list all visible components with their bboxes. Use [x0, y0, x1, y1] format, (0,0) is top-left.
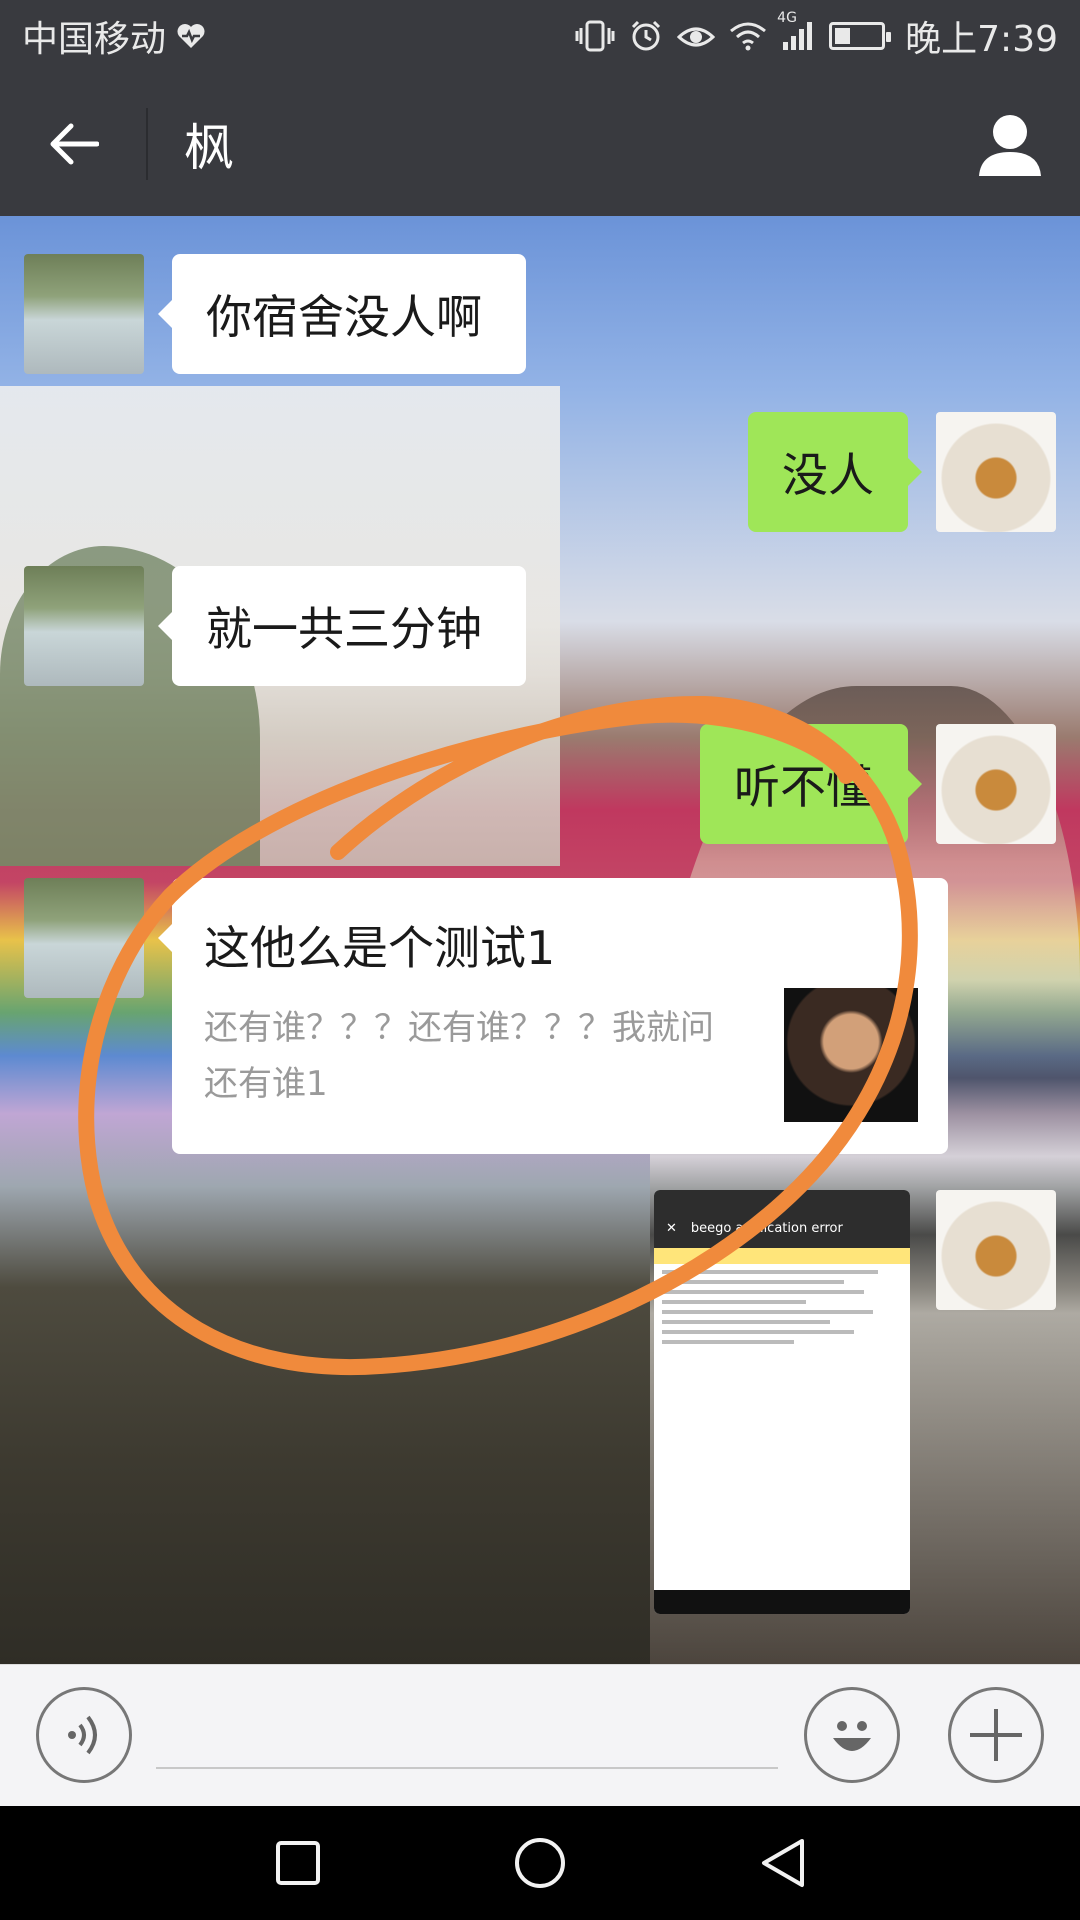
screenshot-caption: beego application error [690, 1220, 843, 1236]
recent-apps-icon [274, 1839, 322, 1887]
message-bubble[interactable]: 没人 [748, 412, 922, 532]
chat-title: 枫 [184, 119, 234, 177]
contact-avatar[interactable] [24, 878, 144, 998]
vibrate-icon [575, 20, 615, 52]
emoji-button[interactable] [804, 1687, 900, 1783]
contact-avatar[interactable] [24, 566, 144, 686]
card-description: 还有谁？？？还有谁？？？我就问还有谁1 [204, 1008, 714, 1104]
alarm-icon [629, 19, 663, 53]
chat-info-button[interactable] [940, 72, 1080, 216]
system-nav-bar [0, 1806, 1080, 1920]
status-bar: 中国移动 4G 晚上7:39 [0, 0, 1080, 72]
screenshot-statusbar [654, 1190, 910, 1208]
screenshot-error-banner [654, 1248, 910, 1264]
eye-icon [677, 21, 716, 51]
voice-button[interactable] [36, 1687, 132, 1783]
back-triangle-icon [758, 1837, 806, 1889]
carrier-name: 中国移动 [22, 19, 167, 60]
message-text: 听不懂 [734, 760, 872, 814]
contact-avatar[interactable] [24, 254, 144, 374]
message-input[interactable] [156, 1705, 778, 1769]
my-avatar[interactable] [936, 724, 1056, 844]
input-bar [0, 1664, 1080, 1806]
screenshot-close-icon: ✕ [666, 1220, 677, 1236]
emoji-icon [819, 1702, 885, 1768]
link-card[interactable]: 这他么是个测试1 还有谁？？？还有谁？？？我就问还有谁1 [158, 878, 948, 1154]
back-button[interactable] [0, 72, 146, 216]
my-avatar[interactable] [936, 1190, 1056, 1310]
home-button[interactable] [480, 1826, 600, 1900]
screenshot-titlebar: ✕ beego application error [654, 1208, 910, 1248]
chat-header: 枫 [0, 72, 1080, 216]
message-text: 没人 [782, 448, 874, 502]
message-bubble[interactable]: 就一共三分钟 [158, 566, 526, 686]
chat-area[interactable]: 你宿舍没人啊 没人 就一共三分钟 听不懂 这他么是个测试1 还有谁？？？还有谁？… [0, 216, 1080, 1664]
voice-icon [62, 1711, 106, 1759]
wifi-icon [729, 21, 767, 51]
back-nav-button[interactable] [722, 1826, 842, 1900]
signal-icon: 4G [777, 10, 815, 52]
home-icon [513, 1836, 567, 1890]
card-thumbnail [784, 988, 918, 1122]
more-button[interactable] [948, 1687, 1044, 1783]
recent-apps-button[interactable] [238, 1826, 358, 1900]
message-bubble[interactable]: 听不懂 [700, 724, 922, 844]
card-title: 这他么是个测试1 [204, 921, 556, 975]
message-bubble[interactable]: 你宿舍没人啊 [158, 254, 526, 374]
plus-icon [966, 1705, 1026, 1765]
battery-icon [829, 22, 892, 50]
heartbeat-icon [176, 22, 206, 50]
status-icons: 4G 晚上7:39 [575, 10, 1058, 62]
clock: 晚上7:39 [905, 19, 1058, 60]
carrier-group: 中国移动 [22, 10, 206, 62]
image-message[interactable]: ✕ beego application error [654, 1190, 910, 1614]
network-type: 4G [777, 10, 797, 26]
message-text: 你宿舍没人啊 [206, 290, 482, 344]
screenshot-text-lines [654, 1264, 910, 1356]
back-arrow-icon [47, 122, 99, 166]
screenshot-navbar [654, 1590, 910, 1614]
message-text: 就一共三分钟 [206, 602, 482, 656]
my-avatar[interactable] [936, 412, 1056, 532]
person-icon [977, 112, 1043, 176]
